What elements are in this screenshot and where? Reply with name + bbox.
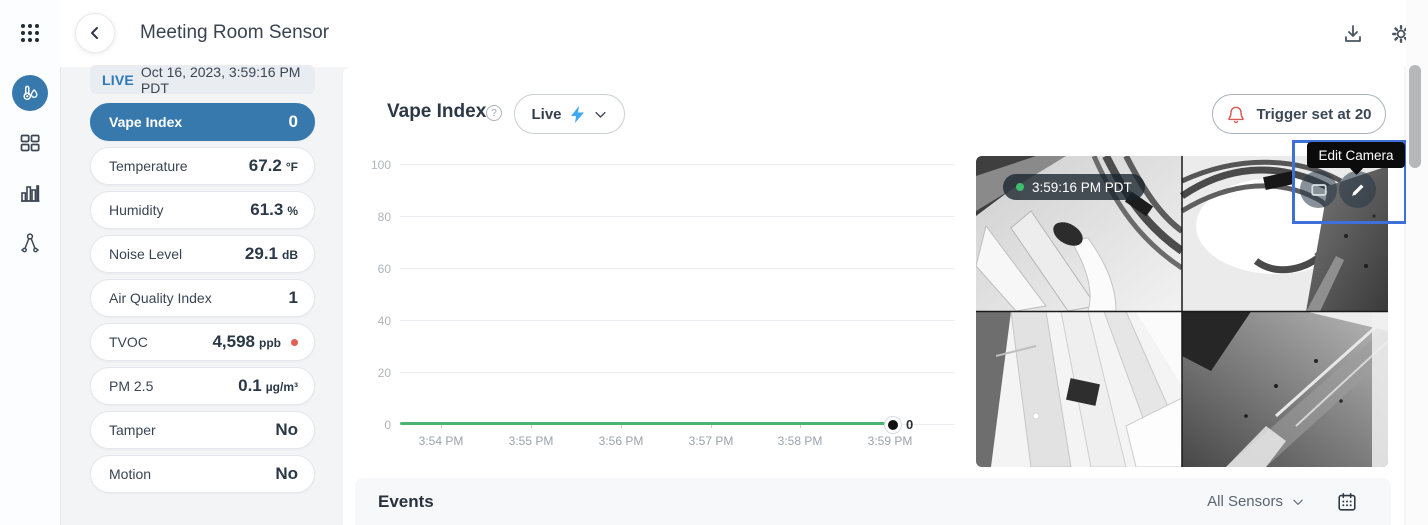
sensor-row-tamper[interactable]: Tamper No xyxy=(90,411,315,449)
nav-access[interactable] xyxy=(18,231,42,255)
gridline xyxy=(400,320,955,321)
sensor-label: Vape Index xyxy=(109,114,182,130)
nav-sensors-active[interactable] xyxy=(12,75,48,111)
gridline xyxy=(400,268,955,269)
sensor-row-air-quality[interactable]: Air Quality Index 1 xyxy=(90,279,315,317)
nav-dashboard[interactable] xyxy=(18,131,42,155)
gridline xyxy=(400,216,955,217)
camera-edit-button[interactable] xyxy=(1339,171,1376,208)
sensor-label: Humidity xyxy=(109,202,163,218)
events-filter-label: All Sensors xyxy=(1207,493,1283,510)
sensor-label: TVOC xyxy=(109,334,148,350)
y-axis-tick: 100 xyxy=(355,158,391,172)
sensor-unit: % xyxy=(287,204,298,218)
alert-dot xyxy=(291,339,298,346)
events-sensor-filter[interactable]: All Sensors xyxy=(1207,493,1305,510)
live-dot-icon xyxy=(1016,183,1024,191)
pencil-icon xyxy=(1349,181,1367,199)
sensor-row-motion[interactable]: Motion No xyxy=(90,455,315,493)
calendar-icon xyxy=(1336,491,1358,513)
events-title: Events xyxy=(378,492,434,512)
y-axis-tick: 60 xyxy=(355,262,391,276)
expand-view-icon xyxy=(1310,181,1328,199)
events-section: Events All Sensors xyxy=(355,478,1391,525)
y-axis-tick: 80 xyxy=(355,210,391,224)
sensor-unit: µg/m³ xyxy=(266,380,298,394)
sensor-unit: ppb xyxy=(259,336,281,350)
back-button[interactable] xyxy=(75,13,115,53)
download-button[interactable] xyxy=(1341,22,1365,46)
sensor-thermometer-icon xyxy=(19,82,41,104)
sensor-value: 4,598 xyxy=(212,332,255,352)
sensor-label: Motion xyxy=(109,466,151,482)
vape-index-series-line xyxy=(400,422,892,425)
lightning-bolt-icon xyxy=(571,106,584,123)
sensor-label: PM 2.5 xyxy=(109,378,153,394)
y-axis-tick: 20 xyxy=(355,366,391,380)
x-axis-tick: 3:55 PM xyxy=(496,434,566,448)
live-status-banner: LIVE Oct 16, 2023, 3:59:16 PM PDT xyxy=(90,65,315,94)
x-axis-tick: 3:57 PM xyxy=(676,434,746,448)
chart-mode-label: Live xyxy=(531,106,561,123)
trigger-label: Trigger set at 20 xyxy=(1256,106,1371,123)
sensor-row-tvoc[interactable]: TVOC 4,598 ppb xyxy=(90,323,315,361)
current-value-dot xyxy=(885,417,901,433)
sensor-value: 29.1 xyxy=(245,244,278,264)
sensor-row-humidity[interactable]: Humidity 61.3% xyxy=(90,191,315,229)
sensor-label: Air Quality Index xyxy=(109,290,212,306)
camera-timestamp-badge: 3:59:16 PM PDT xyxy=(1003,174,1145,200)
sensor-label: Tamper xyxy=(109,422,156,438)
y-axis-tick: 40 xyxy=(355,314,391,328)
download-icon xyxy=(1341,22,1365,46)
x-axis-tick: 3:58 PM xyxy=(765,434,835,448)
camera-expand-button[interactable] xyxy=(1300,171,1337,208)
sensor-row-pm25[interactable]: PM 2.5 0.1 µg/m³ xyxy=(90,367,315,405)
chevron-down-icon xyxy=(593,107,608,122)
sensor-label: Noise Level xyxy=(109,246,182,262)
page-title: Meeting Room Sensor xyxy=(140,22,329,44)
grid-dots-icon xyxy=(18,21,42,45)
sensor-value: No xyxy=(275,464,298,484)
sensor-row-noise-level[interactable]: Noise Level 29.1 dB xyxy=(90,235,315,273)
rail-divider xyxy=(60,67,61,525)
sensor-unit: dB xyxy=(282,248,298,262)
camera-timestamp: 3:59:16 PM PDT xyxy=(1032,180,1132,195)
chevron-left-icon xyxy=(86,24,104,42)
sensor-value: 0 xyxy=(289,112,298,132)
sensor-row-vape-index[interactable]: Vape Index 0 xyxy=(90,103,315,141)
top-bar: Meeting Room Sensor xyxy=(0,0,1428,67)
sensor-value: 1 xyxy=(289,288,298,308)
chevron-down-icon xyxy=(1291,495,1305,509)
bell-icon xyxy=(1226,104,1246,124)
trigger-threshold-button[interactable]: Trigger set at 20 xyxy=(1212,94,1386,134)
sensor-value: 0.1 xyxy=(238,376,262,396)
sensor-value: 67.2 xyxy=(249,156,282,176)
bar-chart-icon xyxy=(18,181,42,205)
nav-analytics[interactable] xyxy=(18,181,42,205)
scrollbar-thumb[interactable] xyxy=(1409,65,1421,168)
compass-icon xyxy=(18,231,42,255)
help-icon[interactable]: ? xyxy=(486,105,502,121)
gridline xyxy=(400,372,955,373)
gridline xyxy=(400,164,955,165)
sensor-label: Temperature xyxy=(109,158,188,174)
chart-mode-dropdown[interactable]: Live xyxy=(514,94,625,134)
x-axis-tick: 3:54 PM xyxy=(406,434,476,448)
edit-camera-tooltip: Edit Camera xyxy=(1307,142,1405,168)
current-value-label: 0 xyxy=(906,417,913,432)
x-axis-tick: 3:56 PM xyxy=(586,434,656,448)
sensor-value: No xyxy=(275,420,298,440)
squares-grid-icon xyxy=(18,131,42,155)
y-axis-tick: 0 xyxy=(355,418,391,432)
sensor-row-temperature[interactable]: Temperature 67.2 °F xyxy=(90,147,315,185)
sensor-unit: °F xyxy=(286,160,298,174)
sensor-value: 61.3 xyxy=(250,200,283,220)
live-badge: LIVE xyxy=(102,72,134,88)
events-date-picker[interactable] xyxy=(1336,491,1358,513)
app-launcher-button[interactable] xyxy=(18,21,42,45)
live-timestamp: Oct 16, 2023, 3:59:16 PM PDT xyxy=(141,64,303,96)
chart-title: Vape Index xyxy=(387,101,486,123)
x-axis-tick: 3:59 PM xyxy=(855,434,925,448)
